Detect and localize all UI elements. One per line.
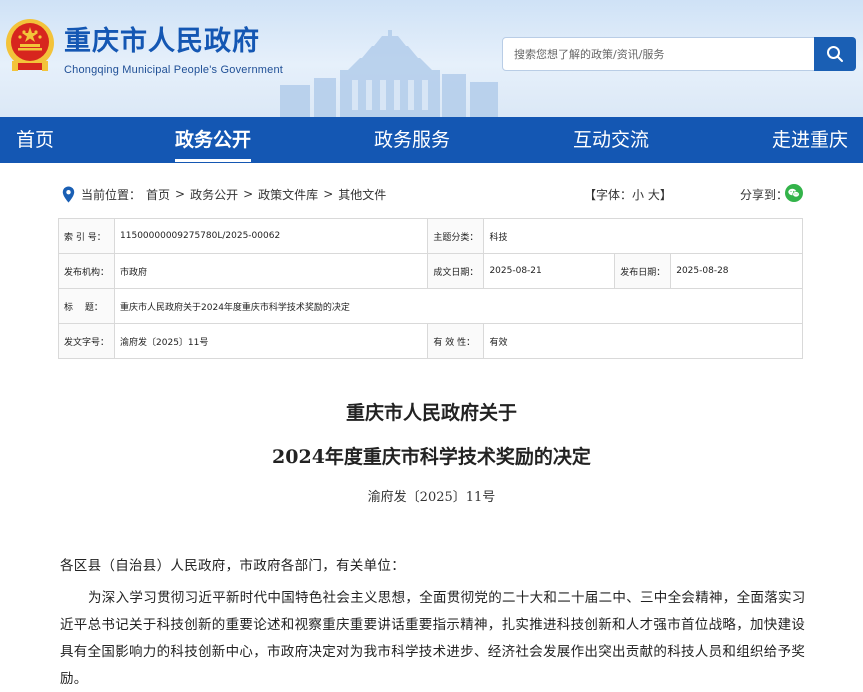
issuer-label: 发布机构： (57, 253, 116, 289)
issuer-value: 市政府 (114, 253, 429, 289)
topic-value: 科技 (483, 218, 803, 254)
doc-number-label: 发文字号： (57, 323, 116, 359)
site-subtitle: Chongqing Municipal People's Government (64, 64, 284, 76)
document-number: 渝府发〔2025〕11号 (367, 490, 496, 505)
font-size-large-button[interactable]: 大 (648, 188, 660, 202)
topic-label: 主题分类： (427, 218, 485, 254)
table-row: 发布机构： 市政府 成文日期： 2025-08-21 发布日期： 2025-08… (57, 253, 803, 289)
breadcrumb-other-files[interactable]: 其他文件 (338, 186, 386, 203)
nav-item-interaction[interactable]: 互动交流 (573, 117, 649, 163)
document-title-line2: 2024年度重庆市科学技术奖励的决定 (272, 446, 591, 468)
created-date-value: 2025-08-21 (483, 253, 616, 289)
title-label: 标 题： (57, 288, 116, 324)
national-emblem-icon[interactable] (4, 17, 56, 73)
font-size-small-button[interactable]: 小 (632, 188, 644, 202)
nav-item-home[interactable]: 首页 (16, 117, 54, 163)
published-date-label: 发布日期： (614, 253, 672, 289)
breadcrumb-policy-library[interactable]: 政策文件库 (258, 186, 318, 203)
breadcrumb-separator: > (323, 187, 334, 201)
table-row: 发文字号： 渝府发〔2025〕11号 有 效 性： 有效 (57, 323, 803, 359)
share-label: 分享到： (740, 188, 789, 202)
search-box (502, 37, 856, 71)
site-title[interactable]: 重庆市人民政府 (64, 27, 260, 57)
skyline-illustration (280, 30, 498, 117)
wechat-icon (788, 188, 800, 198)
table-row: 索 引 号： 11500000009275780L/2025-00062 主题分… (57, 218, 803, 254)
document-title-line1: 重庆市人民政府关于 (345, 402, 517, 424)
title-value: 重庆市人民政府关于2024年度重庆市科学技术奖励的决定 (114, 288, 803, 324)
index-value: 11500000009275780L/2025-00062 (114, 218, 429, 254)
nav-item-government-affairs[interactable]: 政务公开 (175, 117, 252, 163)
site-header: 重庆市人民政府 Chongqing Municipal People's Gov… (0, 0, 863, 117)
doc-number-value: 渝府发〔2025〕11号 (114, 323, 429, 359)
document-paragraph: 为深入学习贯彻习近平新时代中国特色社会主义思想，全面贯彻党的二十大和二十届二中、… (60, 590, 806, 687)
index-label: 索 引 号： (57, 218, 116, 254)
font-size-control: 【字体：小 大】 (584, 186, 672, 203)
published-date-value: 2025-08-28 (670, 253, 803, 289)
breadcrumb: 当前位置： 首页 > 政务公开 > 政策文件库 > 其他文件 (62, 183, 391, 205)
font-size-label: 【字体： (584, 188, 633, 202)
breadcrumb-government-affairs[interactable]: 政务公开 (190, 186, 238, 203)
breadcrumb-prefix: 当前位置： (81, 187, 142, 202)
nav-item-about-chongqing[interactable]: 走进重庆 (772, 117, 848, 163)
table-row: 标 题： 重庆市人民政府关于2024年度重庆市科学技术奖励的决定 (57, 288, 803, 324)
nav-item-services[interactable]: 政务服务 (374, 117, 450, 163)
document-meta-table: 索 引 号： 11500000009275780L/2025-00062 主题分… (57, 218, 803, 359)
validity-value: 有效 (483, 323, 803, 359)
location-pin-icon (62, 186, 75, 202)
search-icon (827, 46, 843, 62)
search-button[interactable] (814, 37, 856, 71)
breadcrumb-home[interactable]: 首页 (146, 186, 170, 203)
validity-label: 有 效 性： (427, 323, 485, 359)
document-salutation: 各区县（自治县）人民政府，市政府各部门，有关单位： (60, 558, 405, 574)
wechat-share-button[interactable] (785, 184, 803, 202)
breadcrumb-separator: > (243, 187, 254, 201)
main-nav: 首页 政务公开 政务服务 互动交流 走进重庆 (0, 117, 863, 163)
breadcrumb-separator: > (175, 187, 186, 201)
font-size-suffix: 】 (659, 188, 672, 202)
search-input[interactable] (503, 38, 815, 70)
created-date-label: 成文日期： (427, 253, 485, 289)
